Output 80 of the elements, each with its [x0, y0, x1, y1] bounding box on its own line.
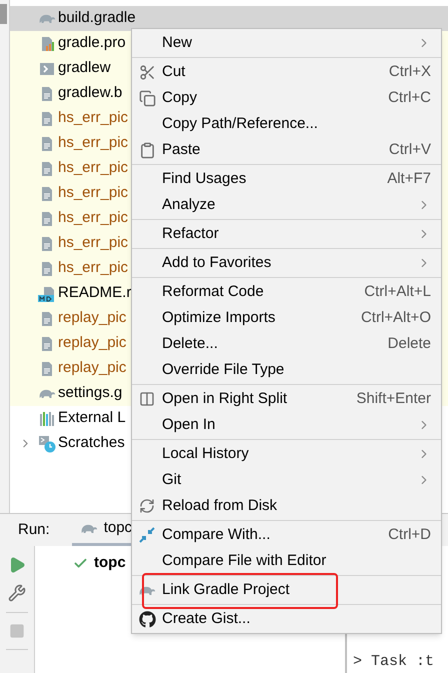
menu-item[interactable]: Cut Ctrl+X	[132, 59, 441, 85]
file-icon	[39, 336, 55, 352]
elephant-icon	[80, 522, 98, 535]
shortcut-text: Shift+Enter	[356, 388, 431, 409]
file-name: External L	[58, 408, 126, 428]
scissors-icon	[138, 64, 156, 80]
menu-item[interactable]: Compare File with Editor	[132, 548, 441, 574]
menu-item[interactable]: Override File Type	[132, 357, 441, 383]
file-icon	[39, 360, 55, 376]
file-name: hs_err_pic	[58, 158, 128, 178]
file-name: settings.g	[58, 383, 122, 404]
menu-item[interactable]: Refactor	[132, 221, 441, 247]
scratch-file-icon	[38, 434, 56, 452]
file-icon	[39, 236, 55, 252]
file-name: Scratches	[58, 433, 125, 454]
wrench-icon[interactable]	[8, 584, 26, 602]
file-name: hs_err_pic	[58, 258, 128, 278]
shortcut-text: Alt+F7	[387, 168, 431, 189]
file-icon	[39, 310, 55, 326]
menu-item[interactable]: Create Gist...	[132, 606, 441, 632]
menu-item[interactable]: Optimize Imports Ctrl+Alt+O	[132, 305, 441, 331]
file-icon	[39, 186, 55, 202]
file-icon	[39, 110, 55, 126]
file-name: replay_pic	[58, 358, 126, 378]
tree-row[interactable]: build.gradle	[10, 6, 448, 31]
file-name: hs_err_pic	[58, 233, 128, 254]
file-name: hs_err_pic	[58, 108, 128, 128]
menu-item[interactable]: Paste Ctrl+V	[132, 137, 441, 163]
menu-item[interactable]: Link Gradle Project	[132, 577, 441, 603]
terminal-icon	[39, 60, 55, 76]
menu-item[interactable]: Copy Ctrl+C	[132, 85, 441, 111]
file-name: gradle.pro	[58, 33, 126, 54]
file-name: gradlew.b	[58, 83, 122, 104]
copy-icon	[138, 90, 156, 106]
menu-item[interactable]: Delete... Delete	[132, 331, 441, 357]
clipboard-icon	[138, 142, 156, 158]
elephant-icon	[38, 12, 56, 25]
file-icon	[39, 260, 55, 276]
run-label: Run:	[17, 520, 51, 540]
file-icon	[39, 210, 55, 226]
run-icon[interactable]	[8, 556, 26, 574]
stop-icon[interactable]	[9, 623, 25, 639]
shortcut-text: Ctrl+D	[388, 524, 431, 545]
menu-item[interactable]: Local History	[132, 441, 441, 467]
chart-file-icon	[39, 36, 55, 52]
task-name: topc	[94, 553, 126, 573]
shortcut-text: Ctrl+Alt+O	[360, 308, 431, 328]
reload-icon	[139, 498, 155, 514]
menu-item[interactable]: Open In	[132, 412, 441, 438]
file-name: hs_err_pic	[58, 208, 128, 228]
file-name: hs_err_pic	[58, 133, 128, 154]
shortcut-text: Ctrl+C	[388, 88, 431, 108]
console-line: > Task :t	[352, 652, 436, 672]
menu-item[interactable]: Copy Path/Reference...	[132, 111, 441, 137]
file-name: build.gradle	[58, 8, 136, 28]
menu-item[interactable]: Analyze	[132, 192, 441, 218]
menu-item[interactable]: Reformat Code Ctrl+Alt+L	[132, 279, 441, 305]
file-name: README.r	[58, 283, 132, 304]
shortcut-text: Delete	[388, 334, 431, 354]
file-name: replay_pic	[58, 333, 126, 354]
file-name: replay_pic	[58, 308, 126, 328]
menu-item[interactable]: Find Usages Alt+F7	[132, 166, 441, 192]
library-icon	[39, 410, 55, 426]
file-icon	[39, 160, 55, 176]
shortcut-text: Ctrl+V	[388, 140, 431, 160]
menu-item[interactable]: New	[132, 30, 441, 56]
elephant-icon	[38, 387, 56, 400]
menu-item[interactable]: Open in Right Split Shift+Enter	[132, 386, 441, 412]
file-icon	[39, 136, 55, 152]
menu-item[interactable]: Add to Favorites	[132, 250, 441, 276]
split-icon	[139, 391, 155, 407]
shortcut-text: Ctrl+X	[388, 62, 431, 82]
compare-icon	[139, 527, 155, 543]
shortcut-text: Ctrl+Alt+L	[364, 282, 431, 302]
menu-item[interactable]: Git	[132, 467, 441, 493]
file-icon	[39, 86, 55, 102]
markdown-file-icon	[38, 286, 56, 302]
file-name: hs_err_pic	[58, 183, 128, 204]
file-name: gradlew	[58, 58, 111, 78]
github-icon	[138, 610, 156, 628]
